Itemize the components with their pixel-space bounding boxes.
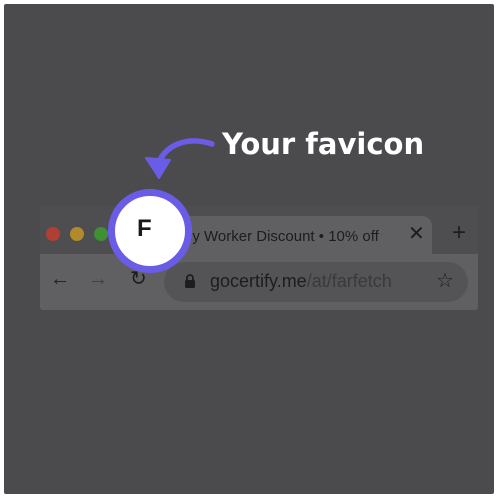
window-close-button[interactable] xyxy=(46,227,60,241)
url-path: /at/farfetch xyxy=(306,271,392,291)
callout-label: Your favicon xyxy=(222,127,425,161)
tab-title: Key Worker Discount • 10% off xyxy=(174,228,379,245)
plus-icon[interactable]: + xyxy=(452,221,466,245)
window-minimize-button[interactable] xyxy=(70,227,84,241)
curved-arrow-icon xyxy=(145,138,215,179)
bookmark-star-icon[interactable]: ☆ xyxy=(436,271,454,291)
tab-strip: Key Worker Discount • 10% off ✕ + xyxy=(40,206,478,256)
back-arrow-icon[interactable]: ← xyxy=(50,269,70,289)
url-text: gocertify.me/at/farfetch xyxy=(210,271,410,292)
close-icon[interactable]: ✕ xyxy=(408,224,425,244)
lock-icon xyxy=(184,274,196,294)
url-host: gocertify.me xyxy=(210,271,307,291)
favicon-highlight: F xyxy=(108,189,192,273)
address-bar[interactable]: gocertify.me/at/farfetch ☆ xyxy=(164,262,468,302)
browser-toolbar: ← → ↻ gocertify.me/at/farfetch ☆ xyxy=(40,254,478,310)
forward-arrow-icon[interactable]: → xyxy=(88,269,108,289)
favicon-icon: F xyxy=(137,215,152,242)
window-maximize-button[interactable] xyxy=(94,227,108,241)
dimmed-overlay: Key Worker Discount • 10% off ✕ + ← → ↻ … xyxy=(4,4,494,494)
browser-window: Key Worker Discount • 10% off ✕ + ← → ↻ … xyxy=(40,206,478,310)
